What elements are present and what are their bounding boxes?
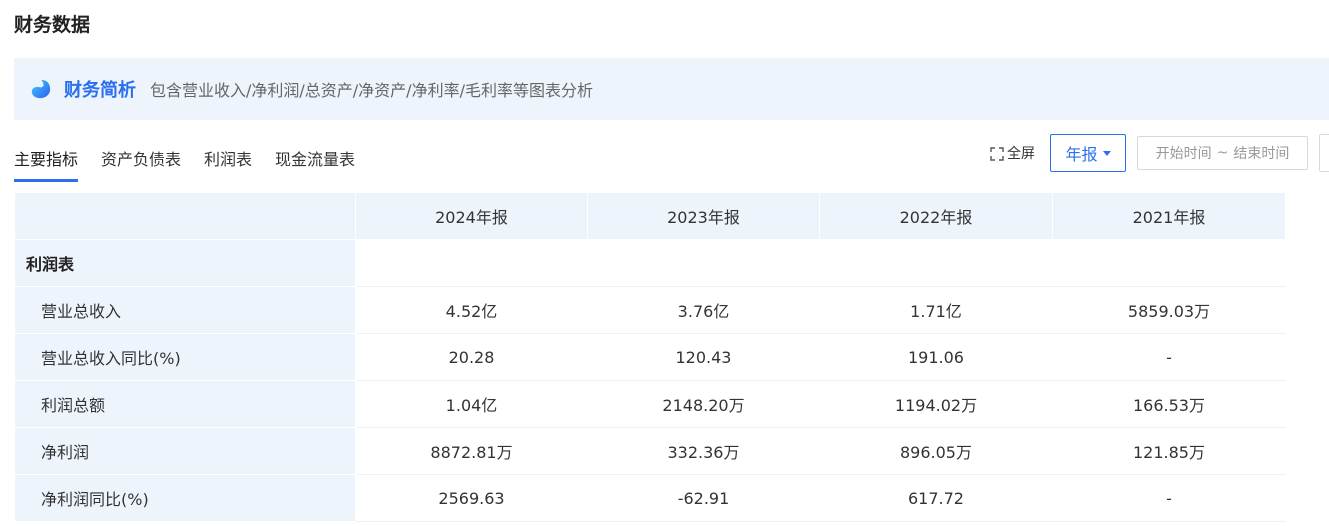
period-select[interactable]: 年报 — [1050, 134, 1126, 172]
tab-income-statement[interactable]: 利润表 — [204, 140, 252, 182]
row-label: 净利润同比(%) — [14, 474, 356, 522]
report-tabs: 主要指标 资产负债表 利润表 现金流量表 — [14, 140, 378, 184]
table-row: 净利润 8872.81万 332.36万 896.05万 121.85万 — [14, 427, 1286, 475]
tab-balance-sheet[interactable]: 资产负债表 — [101, 140, 181, 182]
fullscreen-label: 全屏 — [1007, 146, 1035, 162]
column-header: 2021年报 — [1052, 192, 1286, 240]
row-label: 营业总收入 — [14, 286, 356, 334]
table-cell: 617.72 — [819, 474, 1053, 522]
date-range-picker[interactable]: 开始时间 ~ 结束时间 — [1137, 136, 1308, 170]
table-cell: 4.52亿 — [355, 286, 588, 334]
page-title: 财务数据 — [14, 14, 91, 36]
table-row: 营业总收入同比(%) 20.28 120.43 191.06 - — [14, 333, 1286, 381]
table-cell: 1.04亿 — [355, 380, 588, 428]
table-cell: 1194.02万 — [819, 380, 1053, 428]
column-header: 2024年报 — [355, 192, 588, 240]
row-label: 利润总额 — [14, 380, 356, 428]
table-cell: 1.71亿 — [819, 286, 1053, 334]
column-header: 2022年报 — [819, 192, 1053, 240]
table-cell: 121.85万 — [1052, 427, 1286, 475]
table-cell: - — [1052, 333, 1286, 381]
more-button[interactable] — [1319, 134, 1329, 172]
table-header-row: 2024年报 2023年报 2022年报 2021年报 — [14, 192, 1286, 240]
financial-analysis-banner[interactable]: 财务简析 包含营业收入/净利润/总资产/净资产/净利率/毛利率等图表分析 — [14, 58, 1329, 120]
caret-down-icon — [1102, 150, 1111, 156]
table-cell: 2569.63 — [355, 474, 588, 522]
table-cell: 5859.03万 — [1052, 286, 1286, 334]
row-label: 净利润 — [14, 427, 356, 475]
banner-description: 包含营业收入/净利润/总资产/净资产/净利率/毛利率等图表分析 — [150, 81, 593, 100]
table-cell: 120.43 — [587, 333, 820, 381]
table-cell: 332.36万 — [587, 427, 820, 475]
section-blank — [355, 239, 1286, 287]
table-cell: 3.76亿 — [587, 286, 820, 334]
table-cell: - — [1052, 474, 1286, 522]
date-end-placeholder: 结束时间 — [1233, 146, 1290, 162]
finance-logo-icon — [31, 79, 51, 99]
table-cell: 20.28 — [355, 333, 588, 381]
tab-main-indicators[interactable]: 主要指标 — [14, 140, 79, 182]
date-start-placeholder: 开始时间 — [1155, 146, 1212, 162]
fullscreen-button[interactable]: 全屏 — [990, 144, 1035, 164]
period-label: 年报 — [1065, 145, 1098, 164]
tab-cash-flow[interactable]: 现金流量表 — [275, 140, 355, 182]
column-header: 2023年报 — [587, 192, 820, 240]
financial-table: 2024年报 2023年报 2022年报 2021年报 利润表 营业总收入 4.… — [14, 192, 1286, 522]
table-cell: 2148.20万 — [587, 380, 820, 428]
table-cell: 896.05万 — [819, 427, 1053, 475]
table-cell: 191.06 — [819, 333, 1053, 381]
table-cell: 166.53万 — [1052, 380, 1286, 428]
banner-title: 财务简析 — [64, 80, 136, 101]
date-separator: ~ — [1216, 145, 1229, 161]
expand-icon — [990, 147, 1004, 161]
table-cell: -62.91 — [587, 474, 820, 522]
table-row: 利润总额 1.04亿 2148.20万 1194.02万 166.53万 — [14, 380, 1286, 428]
table-corner — [14, 192, 356, 240]
table-row: 营业总收入 4.52亿 3.76亿 1.71亿 5859.03万 — [14, 286, 1286, 334]
row-label: 营业总收入同比(%) — [14, 333, 356, 381]
section-title: 利润表 — [14, 239, 356, 287]
section-row: 利润表 — [14, 239, 1286, 287]
table-cell: 8872.81万 — [355, 427, 588, 475]
table-row: 净利润同比(%) 2569.63 -62.91 617.72 - — [14, 474, 1286, 522]
